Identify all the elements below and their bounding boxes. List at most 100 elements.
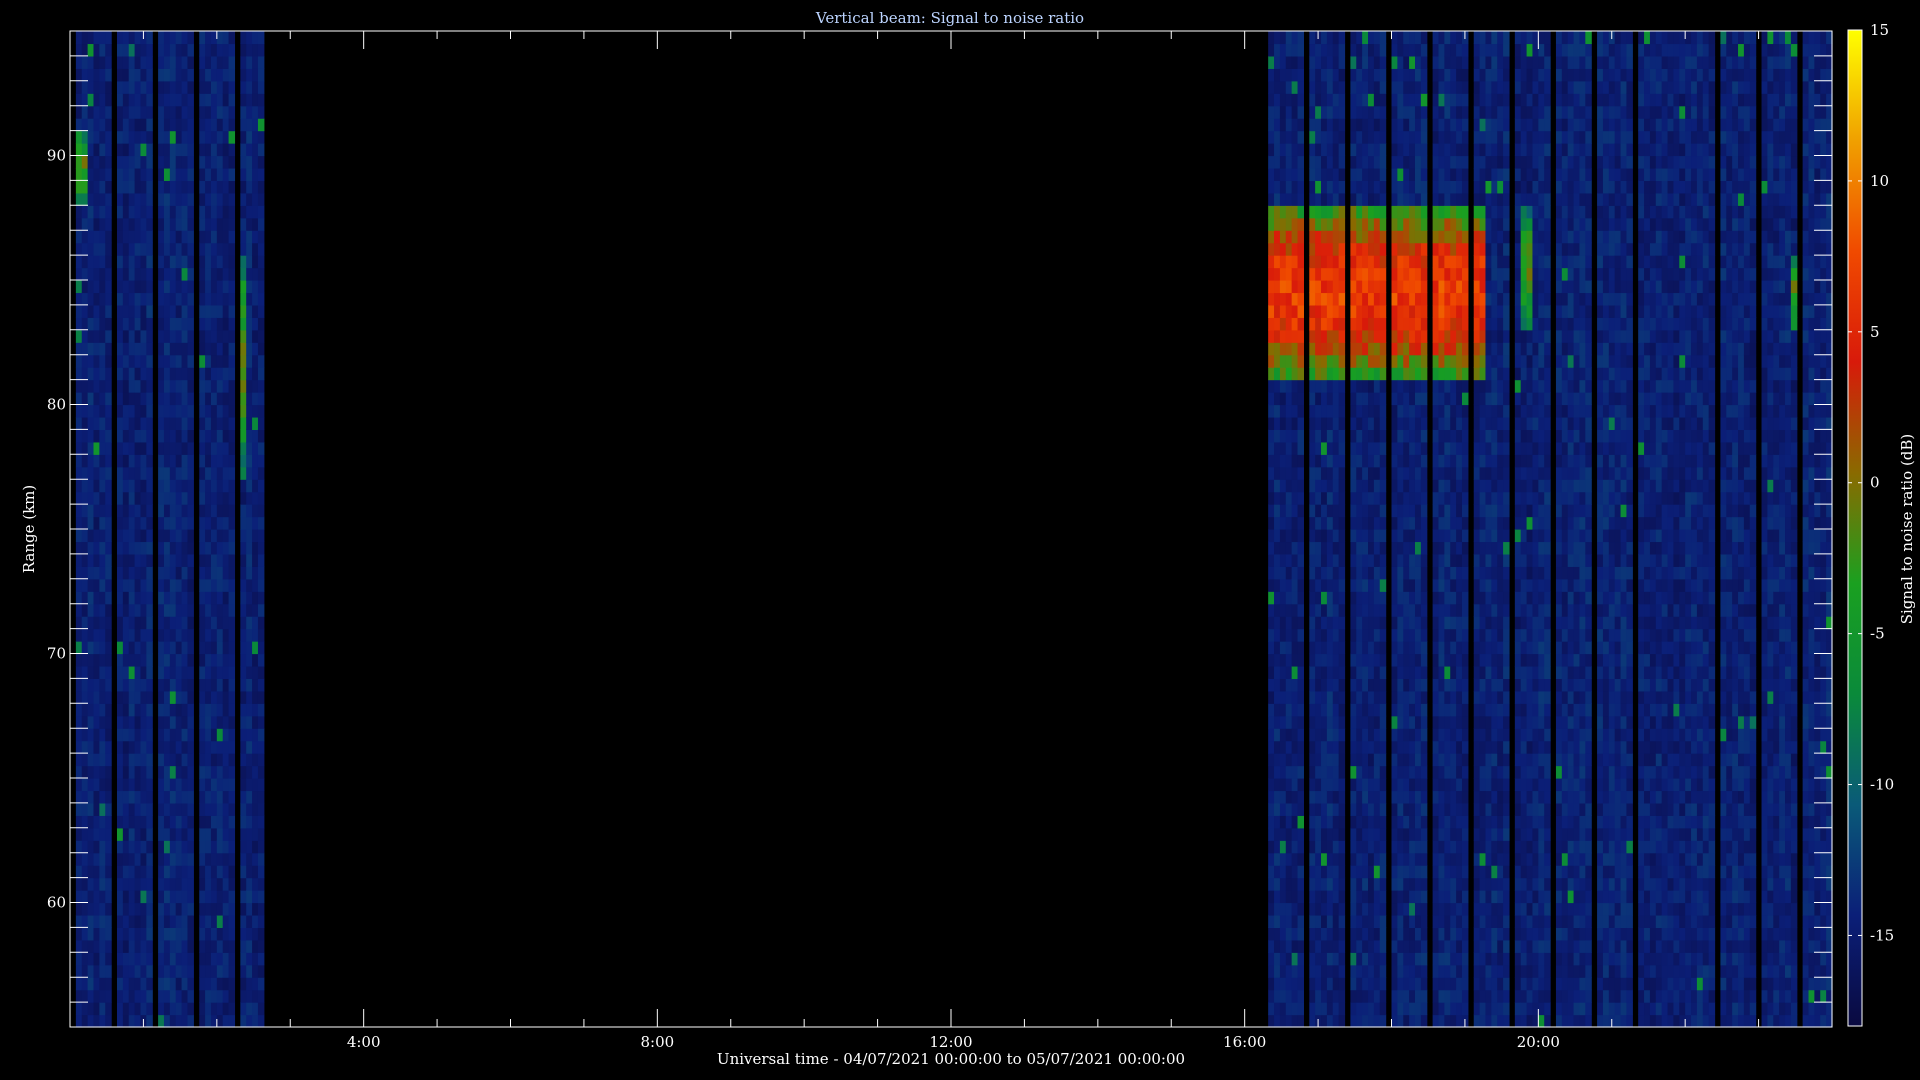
heatmap-cell — [210, 392, 218, 406]
heatmap-cell — [257, 441, 265, 455]
heatmap-cell — [1326, 553, 1334, 567]
heatmap-cell — [199, 255, 206, 269]
heatmap-cell — [1291, 765, 1299, 779]
heatmap-cell — [1456, 130, 1463, 144]
heatmap-cell — [146, 504, 153, 518]
heatmap-cell — [216, 665, 224, 679]
heatmap-cell — [199, 553, 206, 567]
heatmap-cell — [134, 665, 142, 679]
heatmap-cell — [1338, 143, 1346, 157]
heatmap-cell — [222, 68, 230, 82]
heatmap-cell — [1338, 678, 1346, 692]
heatmap-cell — [99, 466, 106, 480]
heatmap-cell — [163, 989, 171, 1003]
heatmap-cell — [1350, 753, 1357, 767]
heatmap-cell — [1420, 118, 1428, 132]
heatmap-cell — [205, 255, 212, 269]
heatmap-cell — [1479, 690, 1487, 704]
heatmap-cell — [1350, 964, 1357, 978]
heatmap-cell — [1350, 641, 1357, 655]
heatmap-cell — [1409, 802, 1416, 816]
heatmap-cell — [1491, 416, 1498, 430]
heatmap-cell — [128, 379, 136, 393]
heatmap-cell — [93, 342, 100, 356]
heatmap-cell — [205, 1002, 212, 1016]
heatmap-cell — [187, 641, 194, 655]
heatmap-cell — [1414, 217, 1422, 231]
heatmap-cell — [81, 317, 89, 331]
heatmap-cell — [1414, 952, 1422, 966]
heatmap-cell — [1379, 205, 1387, 219]
heatmap-cell — [1338, 205, 1346, 219]
heatmap-cell — [1379, 143, 1387, 157]
heatmap-cell — [81, 802, 89, 816]
heatmap-cell — [210, 242, 218, 256]
heatmap-cell — [1321, 217, 1328, 231]
heatmap-cell — [1297, 280, 1304, 294]
heatmap-cell — [1362, 167, 1369, 181]
heatmap-cell — [1309, 827, 1316, 841]
heatmap-cell — [187, 429, 194, 443]
heatmap-cell — [257, 80, 265, 94]
heatmap-cell — [216, 865, 224, 879]
heatmap-cell — [1461, 690, 1469, 704]
heatmap-cell — [1362, 753, 1369, 767]
heatmap-cell — [1456, 491, 1463, 505]
heatmap-cell — [105, 105, 112, 119]
heatmap-cell — [158, 678, 165, 692]
heatmap-cell — [122, 653, 130, 667]
heatmap-cell — [1397, 927, 1404, 941]
heatmap-cell — [175, 641, 183, 655]
heatmap-cell — [210, 566, 218, 580]
heatmap-cell — [99, 578, 106, 592]
heatmap-cell — [228, 865, 236, 879]
heatmap-cell — [163, 118, 171, 132]
heatmap-cell — [146, 1002, 153, 1016]
heatmap-cell — [199, 603, 206, 617]
heatmap-cell — [1338, 242, 1346, 256]
heatmap-cell — [240, 43, 247, 57]
heatmap-cell — [246, 877, 253, 891]
heatmap-cell — [1409, 778, 1416, 792]
heatmap-cell — [1485, 441, 1492, 455]
heatmap-cell — [134, 55, 142, 69]
heatmap-cell — [1338, 192, 1346, 206]
heatmap-cell — [1479, 840, 1487, 854]
heatmap-cell — [1444, 105, 1451, 119]
heatmap-cell — [1279, 416, 1287, 430]
heatmap-cell — [81, 964, 89, 978]
heatmap-cell — [1315, 902, 1322, 916]
heatmap-cell — [1473, 454, 1481, 468]
heatmap-cell — [1279, 628, 1287, 642]
heatmap-cell — [1315, 304, 1322, 318]
heatmap-cell — [257, 454, 265, 468]
heatmap-cell — [163, 93, 171, 107]
heatmap-cell — [1473, 217, 1481, 231]
heatmap-cell — [1444, 454, 1451, 468]
heatmap-cell — [1444, 927, 1451, 941]
heatmap-cell — [1285, 354, 1293, 368]
heatmap-cell — [205, 778, 212, 792]
heatmap-cell — [1309, 964, 1316, 978]
heatmap-cell — [216, 479, 224, 493]
heatmap-cell — [1420, 329, 1428, 343]
heatmap-cell — [1291, 690, 1299, 704]
heatmap-cell — [1409, 55, 1416, 69]
heatmap-cell — [1450, 927, 1457, 941]
heatmap-cell — [146, 989, 153, 1003]
heatmap-cell — [1297, 80, 1304, 94]
heatmap-cell — [169, 927, 177, 941]
heatmap-cell — [169, 118, 177, 132]
heatmap-cell — [1461, 591, 1469, 605]
heatmap-cell — [1414, 205, 1422, 219]
heatmap-cell — [1274, 342, 1281, 356]
heatmap-cell — [158, 143, 165, 157]
heatmap-cell — [87, 665, 95, 679]
heatmap-cell — [1338, 342, 1346, 356]
heatmap-cell — [1315, 404, 1322, 418]
heatmap-cell — [1321, 31, 1328, 45]
heatmap-cell — [146, 205, 153, 219]
heatmap-cell — [1274, 939, 1281, 953]
heatmap-cell — [1409, 591, 1416, 605]
heatmap-cell — [181, 441, 189, 455]
